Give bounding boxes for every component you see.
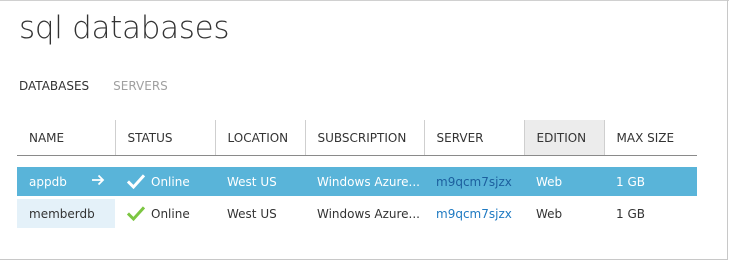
cell-location: West US bbox=[215, 199, 305, 228]
page-title: sql databases bbox=[19, 10, 230, 46]
cell-max-size: 1 GB bbox=[604, 199, 697, 228]
column-header-name[interactable]: NAME bbox=[17, 120, 116, 156]
cell-subscription: Windows Azure... bbox=[305, 199, 424, 228]
cell-max-size: 1 GB bbox=[604, 167, 697, 196]
cell-status: Online bbox=[115, 199, 215, 228]
tab-databases[interactable]: DATABASES bbox=[19, 79, 89, 93]
cell-edition: Web bbox=[524, 167, 604, 196]
status-text: Online bbox=[151, 174, 190, 189]
cell-subscription: Windows Azure... bbox=[305, 167, 424, 196]
column-header-max-size[interactable]: MAX SIZE bbox=[604, 120, 697, 156]
column-header-location[interactable]: LOCATION bbox=[215, 120, 306, 156]
checkmark-icon bbox=[126, 205, 146, 222]
column-header-subscription[interactable]: SUBSCRIPTION bbox=[305, 120, 425, 156]
cell-name[interactable]: memberdb bbox=[17, 199, 115, 228]
table-row[interactable]: memberdb Online West US Windows Azure...… bbox=[17, 199, 697, 228]
database-name[interactable]: memberdb bbox=[29, 207, 95, 221]
tab-servers[interactable]: SERVERS bbox=[113, 79, 168, 93]
column-header-edition[interactable]: EDITION bbox=[524, 120, 605, 156]
checkmark-icon bbox=[126, 173, 146, 190]
table-row[interactable]: appdb Online West US Windows Azure... m9… bbox=[17, 167, 697, 196]
cell-server-link[interactable]: m9qcm7sjzx bbox=[424, 199, 524, 228]
cell-server-link[interactable]: m9qcm7sjzx bbox=[424, 167, 524, 196]
tab-bar: DATABASES SERVERS bbox=[19, 79, 168, 93]
table-header-row: NAME STATUS LOCATION SUBSCRIPTION SERVER… bbox=[17, 120, 697, 156]
cell-status: Online bbox=[115, 167, 215, 196]
cell-edition: Web bbox=[524, 199, 604, 228]
column-header-status[interactable]: STATUS bbox=[115, 120, 216, 156]
cell-name[interactable]: appdb bbox=[17, 167, 115, 196]
column-header-server[interactable]: SERVER bbox=[424, 120, 525, 156]
databases-table: NAME STATUS LOCATION SUBSCRIPTION SERVER… bbox=[17, 120, 697, 228]
cell-location: West US bbox=[215, 167, 305, 196]
status-text: Online bbox=[151, 206, 190, 221]
database-name[interactable]: appdb bbox=[29, 175, 67, 189]
arrow-right-icon[interactable] bbox=[91, 174, 105, 189]
